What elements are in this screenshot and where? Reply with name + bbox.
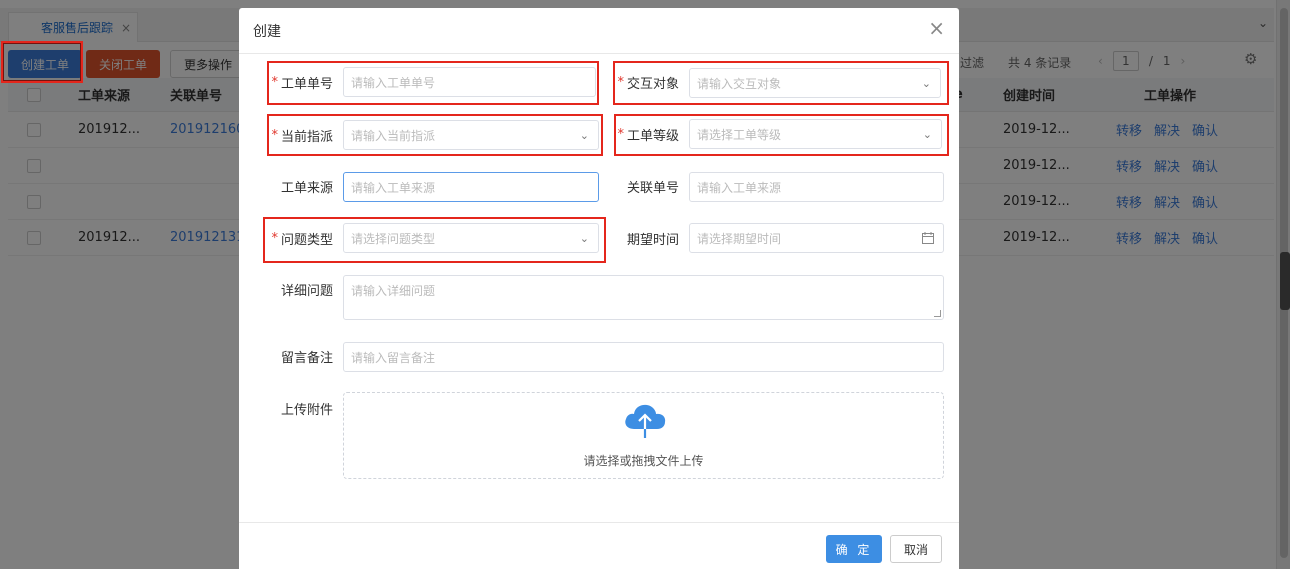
remark-label: 留言备注 (269, 341, 333, 371)
remark-label-text: 留言备注 (280, 350, 333, 366)
chevron-down-icon: ⌄ (921, 77, 931, 90)
dialog-footer: 确 定 取消 (239, 522, 959, 569)
level-label-text: 工单等级 (626, 128, 679, 144)
assignee-select[interactable]: 请输入当前指派 ⌄ (343, 120, 599, 150)
issue-type-select[interactable]: 请选择问题类型 ⌄ (343, 223, 599, 253)
upload-hint: 请选择或拖拽文件上传 (583, 454, 704, 468)
interact-target-placeholder: 请输入交互对象 (697, 76, 782, 91)
dialog-header: 创建 × (239, 8, 959, 54)
calendar-icon (922, 232, 934, 247)
detail-placeholder: 请输入详细问题 (351, 284, 436, 298)
attachment-label-text: 上传附件 (280, 402, 333, 418)
source-label-text: 工单来源 (280, 180, 333, 196)
dialog-title: 创建 (253, 24, 281, 40)
related-no-input[interactable]: 请输入工单来源 (689, 172, 944, 202)
related-no-label: 关联单号 (615, 171, 679, 201)
assignee-label-text: 当前指派 (280, 129, 333, 145)
level-label: * 工单等级 (615, 119, 679, 149)
assignee-placeholder: 请输入当前指派 (351, 128, 436, 143)
issue-type-label: * 问题类型 (269, 223, 333, 253)
cancel-button[interactable]: 取消 (890, 535, 942, 563)
expect-time-label: 期望时间 (615, 223, 679, 253)
required-mark: * (271, 230, 278, 246)
required-mark: * (617, 126, 624, 142)
detail-textarea[interactable]: 请输入详细问题 (343, 275, 944, 320)
interact-target-label: * 交互对象 (615, 67, 679, 97)
expect-time-label-text: 期望时间 (626, 232, 679, 248)
upload-dropzone[interactable]: 请选择或拖拽文件上传 (343, 392, 944, 479)
expect-time-placeholder: 请选择期望时间 (697, 231, 782, 246)
close-icon[interactable]: × (928, 18, 945, 38)
expect-time-picker[interactable]: 请选择期望时间 (689, 223, 944, 253)
related-no-label-text: 关联单号 (626, 180, 679, 196)
required-mark: * (271, 127, 278, 143)
chevron-down-icon: ⌄ (579, 232, 589, 245)
required-mark: * (271, 74, 278, 90)
confirm-button[interactable]: 确 定 (826, 535, 882, 563)
ticket-no-label: * 工单单号 (269, 67, 333, 97)
cloud-upload-icon (625, 404, 666, 438)
ticket-no-input[interactable]: 请输入工单单号 (343, 67, 596, 97)
chevron-down-icon: ⌄ (922, 128, 932, 141)
required-mark: * (617, 74, 624, 90)
issue-type-placeholder: 请选择问题类型 (351, 231, 436, 246)
chevron-down-icon: ⌄ (579, 129, 589, 142)
level-select[interactable]: 请选择工单等级 ⌄ (689, 119, 942, 149)
detail-label: 详细问题 (269, 274, 333, 304)
remark-input[interactable]: 请输入留言备注 (343, 342, 944, 372)
level-placeholder: 请选择工单等级 (697, 127, 782, 142)
ticket-no-label-text: 工单单号 (280, 76, 333, 92)
assignee-label: * 当前指派 (269, 120, 333, 150)
detail-label-text: 详细问题 (280, 283, 333, 299)
source-input[interactable]: 请输入工单来源 (343, 172, 599, 202)
issue-type-label-text: 问题类型 (280, 232, 333, 248)
create-dialog: 创建 × * 工单单号 请输入工单单号 * 交互对象 请输入交互对象 ⌄ * 当… (239, 8, 959, 569)
interact-target-label-text: 交互对象 (626, 76, 679, 92)
interact-target-select[interactable]: 请输入交互对象 ⌄ (689, 68, 941, 98)
attachment-label: 上传附件 (269, 393, 333, 423)
resize-handle-icon[interactable] (934, 310, 941, 317)
source-label: 工单来源 (269, 171, 333, 201)
